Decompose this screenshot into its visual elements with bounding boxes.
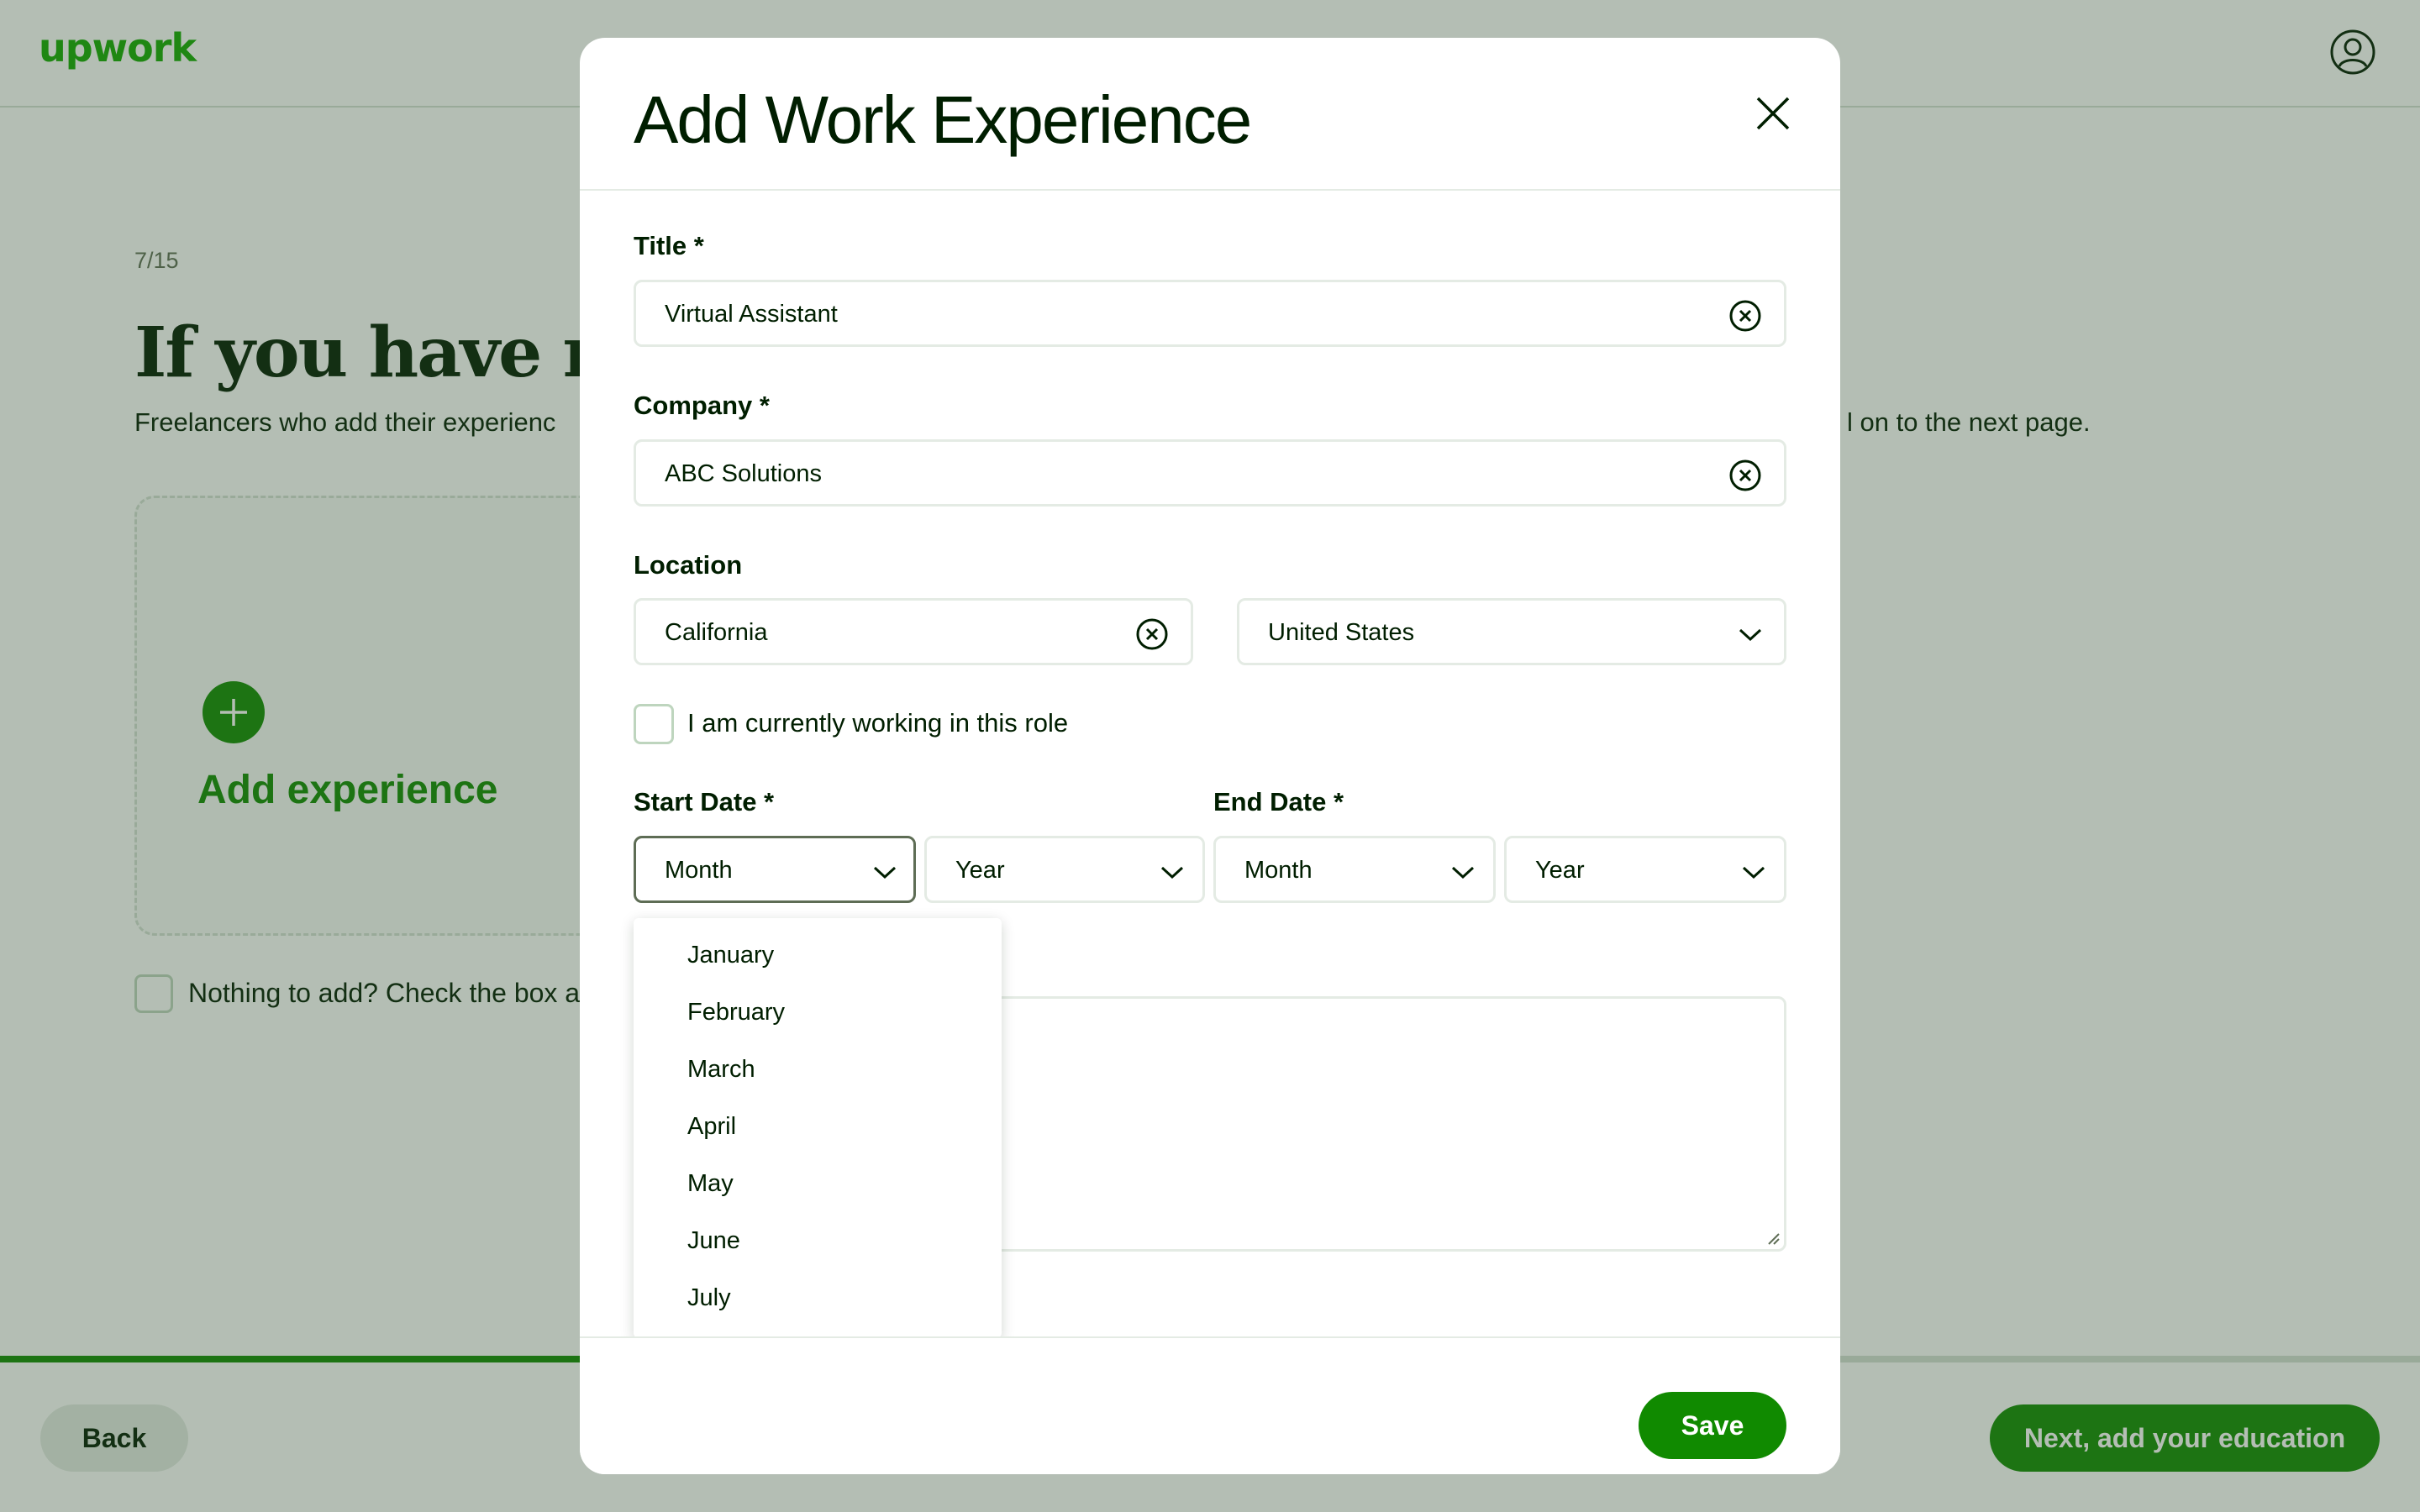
modal-header: Add Work Experience bbox=[580, 38, 1840, 191]
currently-working-checkbox[interactable] bbox=[634, 704, 674, 744]
chevron-down-icon bbox=[1742, 866, 1765, 879]
currently-working-label: I am currently working in this role bbox=[687, 708, 1069, 738]
country-select-value: United States bbox=[1268, 619, 1415, 646]
modal-title: Add Work Experience bbox=[634, 82, 1252, 157]
clear-city-icon[interactable] bbox=[1135, 617, 1169, 651]
clear-company-icon[interactable] bbox=[1728, 459, 1762, 492]
company-input[interactable]: ABC Solutions bbox=[634, 439, 1786, 507]
city-input-value: California bbox=[665, 619, 768, 646]
month-option[interactable]: March bbox=[634, 1041, 1002, 1098]
month-option[interactable]: July bbox=[634, 1269, 1002, 1326]
clear-title-icon[interactable] bbox=[1728, 299, 1762, 333]
start-year-value: Year bbox=[955, 857, 1005, 884]
month-option[interactable]: June bbox=[634, 1212, 1002, 1269]
city-input[interactable]: California bbox=[634, 598, 1193, 665]
add-work-experience-modal: Add Work Experience Title * Virtual Assi… bbox=[580, 38, 1840, 1474]
end-month-select[interactable]: Month bbox=[1213, 836, 1496, 903]
title-label: Title * bbox=[634, 231, 704, 260]
month-option[interactable]: February bbox=[634, 984, 1002, 1041]
month-dropdown-list[interactable]: January February March April May June July bbox=[634, 918, 1002, 1336]
end-month-value: Month bbox=[1244, 857, 1313, 884]
save-button[interactable]: Save bbox=[1639, 1392, 1786, 1459]
end-year-value: Year bbox=[1535, 857, 1585, 884]
month-option[interactable]: May bbox=[634, 1155, 1002, 1212]
modal-body[interactable]: Title * Virtual Assistant Company * ABC … bbox=[580, 192, 1840, 1336]
chevron-down-icon bbox=[1160, 866, 1184, 879]
resize-handle-icon[interactable] bbox=[1764, 1229, 1781, 1246]
start-month-value: Month bbox=[665, 857, 733, 884]
month-option[interactable]: January bbox=[634, 927, 1002, 984]
chevron-down-icon bbox=[1739, 628, 1762, 642]
company-input-value: ABC Solutions bbox=[665, 460, 822, 487]
title-input-value: Virtual Assistant bbox=[665, 301, 838, 328]
location-label: Location bbox=[634, 550, 743, 580]
month-option[interactable]: April bbox=[634, 1098, 1002, 1155]
close-icon bbox=[1756, 97, 1790, 130]
chevron-down-icon bbox=[873, 866, 897, 879]
company-label: Company * bbox=[634, 391, 770, 420]
country-select[interactable]: United States bbox=[1237, 598, 1786, 665]
end-year-select[interactable]: Year bbox=[1504, 836, 1786, 903]
start-month-select[interactable]: Month bbox=[634, 836, 916, 903]
close-button[interactable] bbox=[1748, 88, 1798, 139]
modal-footer: Save bbox=[580, 1336, 1840, 1474]
end-date-label: End Date * bbox=[1213, 787, 1344, 816]
start-date-label: Start Date * bbox=[634, 787, 775, 816]
chevron-down-icon bbox=[1451, 866, 1475, 879]
start-year-select[interactable]: Year bbox=[924, 836, 1205, 903]
title-input[interactable]: Virtual Assistant bbox=[634, 280, 1786, 347]
